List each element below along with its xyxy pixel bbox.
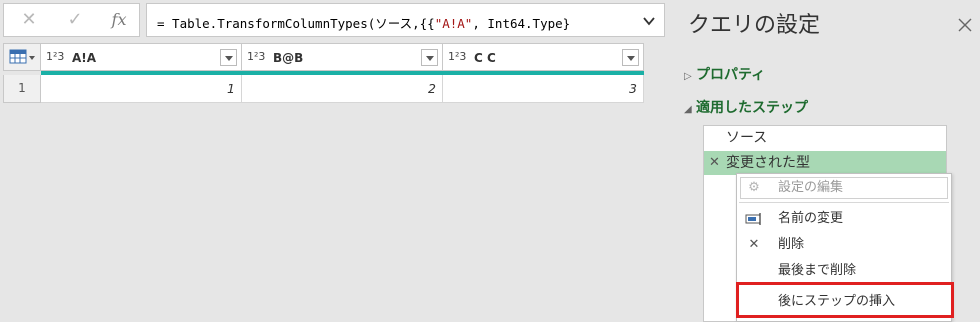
filter-dropdown-button[interactable] bbox=[220, 49, 237, 66]
menu-item-label: 最後まで削除 bbox=[778, 263, 857, 278]
menu-item-label: 設定の編集 bbox=[778, 180, 844, 195]
data-grid: 1²3 A!A 1²3 B@B 1²3 C C 1 1 2 3 bbox=[3, 43, 644, 103]
collapse-arrow-icon: ◢ bbox=[684, 104, 692, 115]
highlight-box bbox=[736, 282, 954, 318]
menu-item-label: 削除 bbox=[778, 237, 805, 252]
number-type-icon[interactable]: 1²3 bbox=[46, 50, 64, 63]
pane-title: クエリの設定 bbox=[688, 13, 821, 38]
column-header[interactable]: 1²3 C C bbox=[443, 43, 644, 71]
menu-separator bbox=[739, 202, 949, 203]
step-label: ソース bbox=[726, 130, 768, 146]
rename-icon bbox=[744, 206, 764, 232]
table-cell[interactable]: 3 bbox=[443, 75, 644, 103]
menu-item-rename[interactable]: 名前の変更 bbox=[737, 206, 951, 232]
menu-item-label: 名前の変更 bbox=[778, 211, 844, 226]
menu-item-edit-settings[interactable]: ⚙ 設定の編集 bbox=[737, 175, 951, 201]
formula-prefix: = Table.TransformColumnTypes(ソース,{{ bbox=[157, 16, 435, 31]
table-cell[interactable]: 2 bbox=[242, 75, 443, 103]
chevron-down-icon[interactable] bbox=[642, 14, 656, 28]
cancel-icon[interactable]: ✕ bbox=[16, 10, 42, 30]
filter-dropdown-button[interactable] bbox=[421, 49, 438, 66]
fx-icon[interactable]: fx bbox=[106, 10, 132, 30]
delete-icon: ✕ bbox=[748, 237, 760, 252]
properties-section[interactable]: ▷ プロパティ bbox=[684, 64, 765, 84]
filter-dropdown-button[interactable] bbox=[622, 49, 639, 66]
column-name: A!A bbox=[72, 51, 97, 65]
formula-text[interactable]: = Table.TransformColumnTypes(ソース,{{"A!A"… bbox=[157, 13, 627, 32]
table-menu-button[interactable] bbox=[3, 43, 41, 71]
menu-item-delete-until-end[interactable]: 最後まで削除 bbox=[737, 258, 951, 284]
formula-string: "A!A" bbox=[434, 16, 473, 31]
menu-item-delete[interactable]: ✕ 削除 bbox=[737, 232, 951, 258]
step-label: 変更された型 bbox=[726, 155, 810, 171]
column-name: B@B bbox=[273, 51, 304, 65]
properties-label: プロパティ bbox=[696, 67, 766, 83]
formula-actions: ✕ ✓ fx bbox=[3, 3, 140, 37]
expand-arrow-icon: ▷ bbox=[684, 71, 692, 82]
step-source[interactable]: ソース bbox=[704, 126, 946, 150]
formula-bar[interactable]: = Table.TransformColumnTypes(ソース,{{"A!A"… bbox=[146, 3, 665, 37]
column-name: C C bbox=[474, 51, 496, 65]
applied-steps-label: 適用したステップ bbox=[696, 100, 808, 116]
number-type-icon[interactable]: 1²3 bbox=[448, 50, 466, 63]
check-icon[interactable]: ✓ bbox=[62, 10, 88, 30]
close-icon[interactable] bbox=[956, 16, 974, 34]
table-cell[interactable]: 1 bbox=[41, 75, 242, 103]
gear-icon: ⚙ bbox=[748, 180, 760, 195]
formula-suffix: , Int64.Type} bbox=[472, 16, 571, 31]
table-icon bbox=[9, 49, 35, 64]
column-header[interactable]: 1²3 A!A bbox=[41, 43, 242, 71]
delete-step-icon[interactable]: ✕ bbox=[709, 151, 720, 175]
step-changed-type[interactable]: ✕ 変更された型 bbox=[704, 151, 946, 175]
applied-steps-section[interactable]: ◢ 適用したステップ bbox=[684, 97, 808, 117]
number-type-icon[interactable]: 1²3 bbox=[247, 50, 265, 63]
row-number[interactable]: 1 bbox=[3, 75, 41, 103]
column-header[interactable]: 1²3 B@B bbox=[242, 43, 443, 71]
